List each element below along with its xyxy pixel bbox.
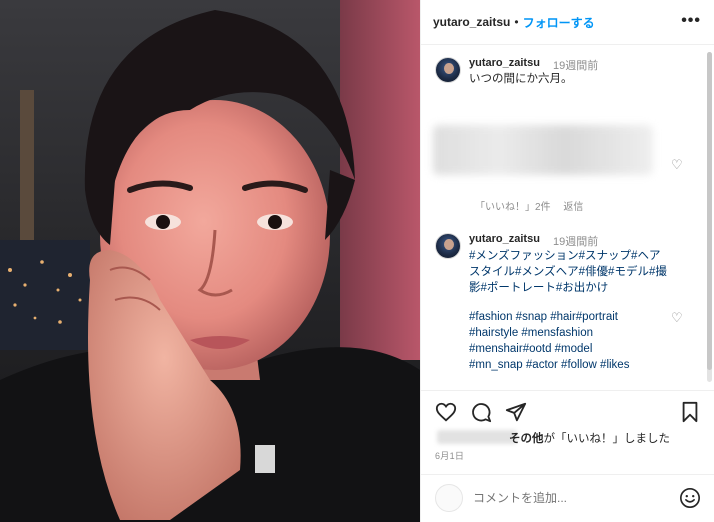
caption-username[interactable]: yutaro_zaitsu: [469, 57, 540, 69]
bookmark-icon[interactable]: [679, 401, 701, 423]
avatar[interactable]: [435, 57, 461, 83]
more-options-icon[interactable]: •••: [681, 12, 701, 30]
likes-summary[interactable]: その他が「いいね！」しました: [509, 430, 670, 446]
comment-input[interactable]: [473, 489, 653, 507]
reply-button[interactable]: 返信: [563, 202, 583, 213]
heart-icon[interactable]: [435, 401, 457, 423]
avatar[interactable]: [435, 233, 461, 259]
comment-icon[interactable]: [470, 401, 492, 423]
paper-plane-icon[interactable]: [505, 401, 527, 423]
header-username[interactable]: yutaro_zaitsu: [433, 15, 510, 29]
follow-button[interactable]: フォローする: [523, 14, 595, 31]
likes-suffix: が「いいね！」しました: [543, 433, 671, 445]
liker-names-blurred: [437, 430, 517, 444]
post-header: yutaro_zaitsu • フォローする •••: [421, 0, 714, 45]
comments-list[interactable]: yutaro_zaitsu 19週間前 いつの間にか六月。 ♡ 「いいね！」2件…: [421, 45, 714, 390]
tags-time: 19週間前: [553, 236, 599, 248]
comment-like-icon[interactable]: ♡: [671, 310, 683, 326]
likes-others[interactable]: その他: [509, 433, 544, 445]
post-side-panel: yutaro_zaitsu • フォローする ••• yutaro_zaitsu…: [420, 0, 714, 522]
en-hashtags[interactable]: #fashion #snap #hair#portrait #hairstyle…: [469, 309, 649, 373]
post-date: 6月1日: [435, 451, 465, 461]
comment-likes-count[interactable]: 「いいね！」2件: [475, 202, 551, 213]
blurred-comment: [433, 125, 653, 175]
post-photo[interactable]: [0, 0, 420, 522]
jp-hashtags[interactable]: #メンズファッション#スナップ#ヘアスタイル#メンズヘア#俳優#モデル#撮影#ポ…: [469, 248, 669, 296]
header-separator: •: [514, 15, 519, 29]
scrollbar-thumb[interactable]: [707, 52, 712, 370]
portrait-image: [0, 0, 420, 522]
comment-meta: 「いいね！」2件 返信: [475, 198, 593, 213]
smiley-icon[interactable]: [679, 487, 701, 509]
tags-username[interactable]: yutaro_zaitsu: [469, 233, 540, 245]
comment-bar: [421, 474, 714, 522]
viewer-avatar: [435, 484, 463, 512]
caption-text: いつの間にか六月。: [469, 73, 573, 85]
comment-like-icon[interactable]: ♡: [671, 157, 683, 173]
